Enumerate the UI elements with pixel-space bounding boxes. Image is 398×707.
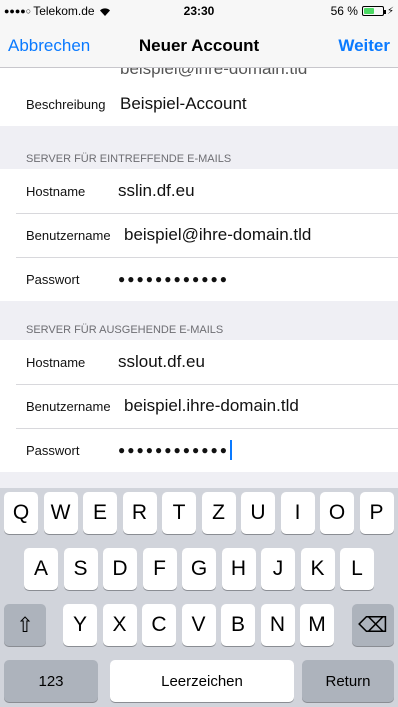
key-p[interactable]: P — [359, 492, 394, 534]
key-d[interactable]: D — [103, 548, 137, 590]
incoming-username-row[interactable]: Benutzername beispiel@ihre-domain.tld — [0, 213, 398, 257]
battery-tip — [383, 10, 386, 14]
description-group: Beschreibung Beispiel-Account — [0, 82, 398, 126]
description-label: Beschreibung — [26, 96, 106, 112]
key-r[interactable]: R — [122, 492, 157, 534]
outgoing-server-header: SERVER FÜR AUSGEHENDE E-MAILS — [26, 324, 224, 336]
key-q[interactable]: Q — [4, 492, 38, 534]
key-k[interactable]: K — [300, 548, 335, 590]
outgoing-hostname-row[interactable]: Hostname sslout.df.eu — [0, 340, 398, 384]
outgoing-password-label: Passwort — [26, 442, 80, 458]
battery-percent: 56 % — [330, 4, 358, 18]
outgoing-hostname-label: Hostname — [26, 354, 86, 370]
outgoing-username-field[interactable]: beispiel.ihre-domain.tld — [124, 396, 299, 416]
key-v[interactable]: V — [181, 604, 216, 646]
key-z[interactable]: Z — [201, 492, 236, 534]
outgoing-password-row[interactable]: Passwort ●●●●●●●●●●●● — [0, 428, 398, 472]
key-m[interactable]: M — [300, 604, 334, 646]
account-form: beispiel@ihre-domain.tld Beschreibung Be… — [0, 68, 398, 488]
incoming-hostname-label: Hostname — [26, 183, 86, 199]
incoming-username-label: Benutzername — [26, 227, 111, 243]
battery-icon — [361, 6, 386, 16]
key-s[interactable]: S — [63, 548, 98, 590]
outgoing-hostname-field[interactable]: sslout.df.eu — [118, 352, 205, 372]
numbers-key[interactable]: 123 — [4, 660, 98, 702]
incoming-username-field[interactable]: beispiel@ihre-domain.tld — [124, 225, 311, 245]
key-a[interactable]: A — [24, 548, 58, 590]
incoming-hostname-row[interactable]: Hostname sslin.df.eu — [0, 169, 398, 213]
navigation-bar: Abbrechen Neuer Account Weiter — [0, 22, 398, 68]
charging-icon: ⚡ — [386, 5, 394, 17]
key-e[interactable]: E — [83, 492, 117, 534]
key-t[interactable]: T — [162, 492, 196, 534]
status-right: 56 % ⚡ — [331, 4, 394, 18]
key-b[interactable]: B — [221, 604, 255, 646]
next-button[interactable]: Weiter — [338, 36, 390, 56]
email-value-partial: beispiel@ihre-domain.tld — [120, 68, 308, 78]
battery-level — [363, 8, 374, 14]
key-n[interactable]: N — [260, 604, 295, 646]
key-o[interactable]: O — [320, 492, 354, 534]
email-row-partial: beispiel@ihre-domain.tld — [0, 68, 398, 82]
key-x[interactable]: X — [102, 604, 137, 646]
incoming-server-group: Hostname sslin.df.eu Benutzername beispi… — [0, 169, 398, 301]
incoming-password-field[interactable]: ●●●●●●●●●●●● — [118, 272, 229, 286]
incoming-password-label: Passwort — [26, 271, 80, 287]
key-i[interactable]: I — [280, 492, 315, 534]
shift-key[interactable]: ⇧ — [4, 604, 46, 646]
description-row[interactable]: Beschreibung Beispiel-Account — [0, 82, 398, 126]
key-h[interactable]: H — [221, 548, 256, 590]
delete-key[interactable]: ⌫ — [352, 604, 394, 646]
key-j[interactable]: J — [261, 548, 295, 590]
return-key[interactable]: Return — [302, 660, 394, 702]
status-bar: ●●●●○ Telekom.de 23:30 56 % ⚡ — [0, 0, 398, 22]
text-cursor — [229, 440, 232, 460]
key-u[interactable]: U — [241, 492, 275, 534]
key-w[interactable]: W — [43, 492, 78, 534]
key-y[interactable]: Y — [63, 604, 97, 646]
key-g[interactable]: G — [182, 548, 216, 590]
key-f[interactable]: F — [142, 548, 177, 590]
key-c[interactable]: C — [142, 604, 176, 646]
outgoing-server-group: Hostname sslout.df.eu Benutzername beisp… — [0, 340, 398, 472]
space-key[interactable]: Leerzeichen — [110, 660, 294, 702]
outgoing-username-label: Benutzername — [26, 398, 111, 414]
incoming-server-header: SERVER FÜR EINTREFFENDE E-MAILS — [26, 153, 232, 165]
keyboard: 123 Leerzeichen Return ⇧ ⌫ QWERTZUIOP ASD… — [0, 488, 398, 707]
incoming-hostname-field[interactable]: sslin.df.eu — [118, 181, 195, 201]
outgoing-password-field[interactable]: ●●●●●●●●●●●● — [118, 443, 229, 457]
incoming-password-row[interactable]: Passwort ●●●●●●●●●●●● — [0, 257, 398, 301]
key-l[interactable]: L — [340, 548, 374, 590]
description-field[interactable]: Beispiel-Account — [120, 94, 247, 114]
outgoing-username-row[interactable]: Benutzername beispiel.ihre-domain.tld — [0, 384, 398, 428]
